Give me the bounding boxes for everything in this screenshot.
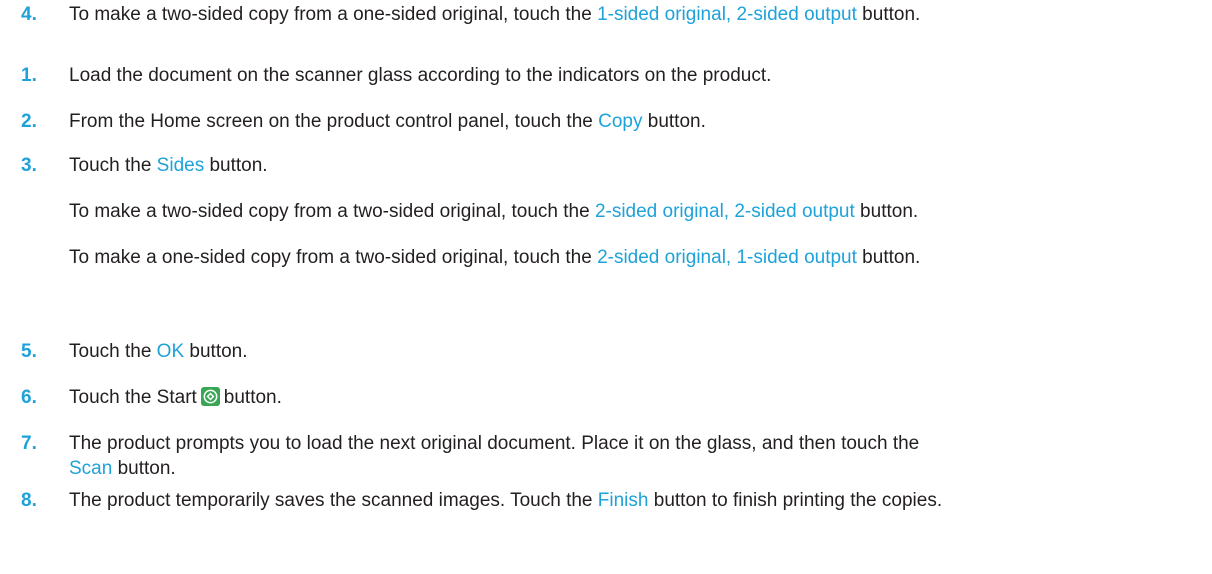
step-text-fragment: button to finish printing the copies. <box>648 490 943 511</box>
step-text-fragment: Touch the <box>69 341 157 362</box>
step-number: 8. <box>21 490 37 511</box>
step-sub-text: To make a one-sided copy from a two-side… <box>69 243 920 273</box>
step-text-fragment: button. <box>856 4 921 25</box>
step-text: To make a two-sided copy from a one-side… <box>69 0 920 30</box>
step-number: 1. <box>21 65 37 86</box>
step-text-fragment: button. <box>856 247 921 268</box>
step-number: 3. <box>21 155 37 176</box>
ui-button-reference: 1-sided original, 2-sided output <box>597 4 857 25</box>
step-number: 4. <box>21 4 37 25</box>
step-text-fragment: To make a one-sided copy from a two-side… <box>69 247 598 268</box>
step-text-fragment: button. <box>204 155 268 176</box>
step-number: 6. <box>21 387 37 408</box>
step-number: 7. <box>21 433 37 454</box>
step-text-fragment: To make a two-sided copy from a two-side… <box>69 201 595 222</box>
step-text-fragment: button. <box>642 111 706 132</box>
ui-button-reference: Sides <box>156 155 205 176</box>
step-text: Touch the Sides button. <box>69 151 268 181</box>
ui-button-reference: Scan <box>69 458 113 479</box>
step-text-fragment: button. <box>223 387 282 408</box>
step-text: From the Home screen on the product cont… <box>69 107 706 137</box>
step-text-fragment: The product prompts you to load the next… <box>69 433 920 454</box>
step-text-fragment: To make a two-sided copy from a one-side… <box>69 4 598 25</box>
step-text-fragment: button. <box>112 458 176 479</box>
start-icon <box>200 387 220 406</box>
step-text-fragment: Touch the <box>69 155 157 176</box>
step-text: Touch the OK button. <box>69 337 248 367</box>
step-text-fragment: button. <box>184 341 248 362</box>
step-text-fragment: button. <box>854 201 919 222</box>
step-text: Touch the Start button. <box>69 383 282 413</box>
step-text-fragment: From the Home screen on the product cont… <box>69 111 599 132</box>
ui-button-reference: Copy <box>598 111 643 132</box>
ui-button-reference: 2-sided original, 2-sided output <box>594 201 855 222</box>
step-text-fragment: Touch the Start <box>69 387 197 408</box>
ui-button-reference: Finish <box>597 490 649 511</box>
step-text: The product temporarily saves the scanne… <box>69 486 942 516</box>
step-text-fragment: Load the document on the scanner glass a… <box>69 65 772 86</box>
step-text: Load the document on the scanner glass a… <box>69 61 771 91</box>
step-number: 5. <box>21 341 37 362</box>
step-number: 2. <box>21 111 37 132</box>
step-text-fragment: The product temporarily saves the scanne… <box>69 490 598 511</box>
ui-button-reference: 2-sided original, 1-sided output <box>597 247 857 268</box>
step-text: The product prompts you to load the next… <box>69 429 919 459</box>
step-continuation-text: Scan button. <box>69 454 176 484</box>
ui-button-reference: OK <box>156 341 185 362</box>
step-sub-text: To make a two-sided copy from a two-side… <box>69 197 918 227</box>
